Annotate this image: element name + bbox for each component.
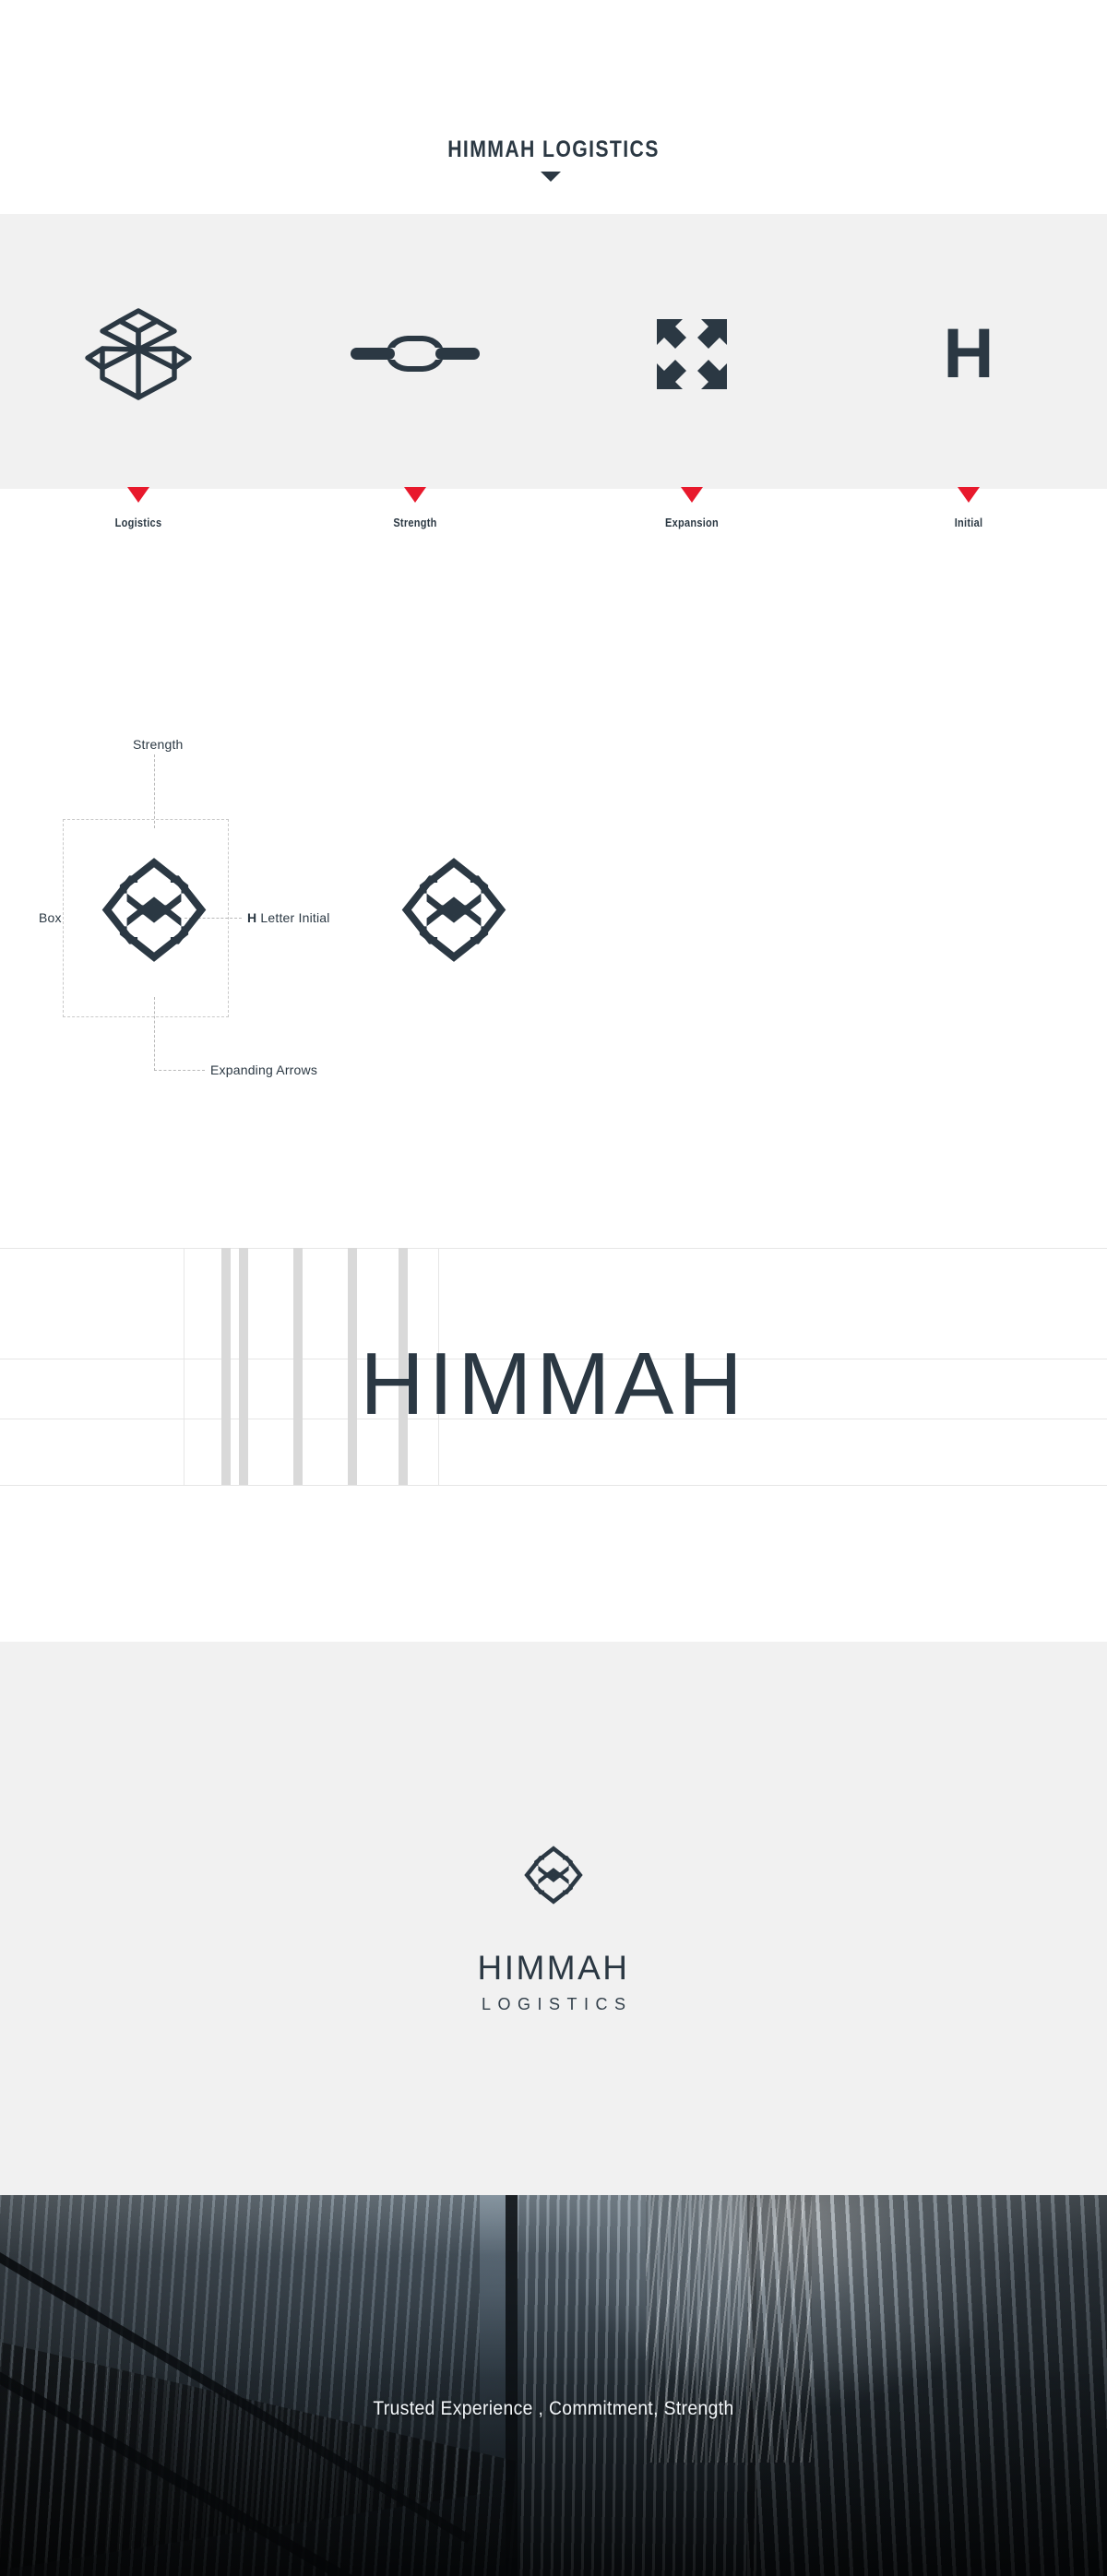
lockup-brand-sub: LOGISTICS	[481, 1995, 633, 2013]
annotation-h-text: Letter Initial	[260, 910, 330, 925]
concept-caret-wrap	[830, 435, 1107, 528]
expanding-arrows-icon	[554, 290, 830, 419]
letter-h-icon: H	[830, 290, 1107, 419]
red-caret-icon	[404, 487, 426, 503]
page-title: HIMMAH LOGISTICS	[447, 137, 660, 162]
banner-vignette-overlay	[0, 2195, 1107, 2576]
logo-mark-clean	[395, 820, 513, 1004]
photo-banner-section	[0, 2195, 1107, 2576]
letter-h-glyph: H	[943, 315, 994, 393]
concepts-section: Logistics Strength Expansion H Initial	[0, 214, 1107, 704]
lockup-brand-name: HIMMAH	[477, 1949, 630, 1987]
concept-expansion-footer: Expansion	[554, 435, 830, 620]
red-caret-icon	[958, 487, 980, 503]
logo-presentation-page: HIMMAH LOGISTICS Logistics Strength Expa…	[0, 0, 1107, 2576]
arrows-leader-line-v	[154, 997, 155, 1071]
arrows-leader-line-h	[154, 1070, 205, 1071]
title-section: HIMMAH LOGISTICS	[0, 0, 1107, 214]
annotation-box: Box	[39, 910, 62, 925]
concept-initial-footer: Initial	[830, 435, 1107, 620]
concept-caret-wrap	[277, 435, 554, 528]
annotation-h-letter-initial: H Letter Initial	[247, 910, 330, 925]
open-box-icon	[0, 290, 277, 419]
wordmark-section: HIMMAH	[0, 1231, 1107, 1642]
concept-strength-footer: Strength	[277, 435, 554, 620]
annotation-strength: Strength	[133, 737, 184, 752]
grid-line-top	[0, 1248, 1107, 1249]
red-caret-icon	[681, 487, 703, 503]
concept-logistics: Logistics	[0, 214, 277, 704]
concept-label-initial: Initial	[954, 516, 983, 529]
concept-strength: Strength	[277, 214, 554, 704]
concept-label-strength: Strength	[393, 516, 437, 529]
construction-section: Strength Box H Letter Initial Expanding …	[0, 704, 1107, 1231]
logo-mark-lockup	[520, 1824, 587, 1930]
annotation-h-bold: H	[247, 910, 257, 925]
logo-mark-annotated	[95, 820, 213, 1004]
concept-initial: H Initial	[830, 214, 1107, 704]
strength-leader-line	[154, 754, 155, 828]
concept-caret-wrap	[554, 435, 830, 528]
concept-expansion: Expansion	[554, 214, 830, 704]
chain-link-icon	[277, 290, 554, 419]
concept-label-expansion: Expansion	[664, 516, 719, 529]
chevron-down-icon	[541, 172, 561, 182]
wordmark-himmah: HIMMAH	[360, 1335, 747, 1433]
concept-label-logistics: Logistics	[114, 516, 162, 529]
concept-caret-wrap	[0, 435, 277, 528]
brand-tagline: Trusted Experience , Commitment, Strengt…	[373, 2398, 734, 2419]
grid-line-bottom	[0, 1485, 1107, 1486]
concept-logistics-footer: Logistics	[0, 435, 277, 620]
lockup-content: HIMMAH LOGISTICS	[0, 1642, 1107, 2195]
red-caret-icon	[127, 487, 149, 503]
annotation-expanding-arrows: Expanding Arrows	[210, 1062, 318, 1077]
final-lockup-section: HIMMAH LOGISTICS	[0, 1642, 1107, 2195]
